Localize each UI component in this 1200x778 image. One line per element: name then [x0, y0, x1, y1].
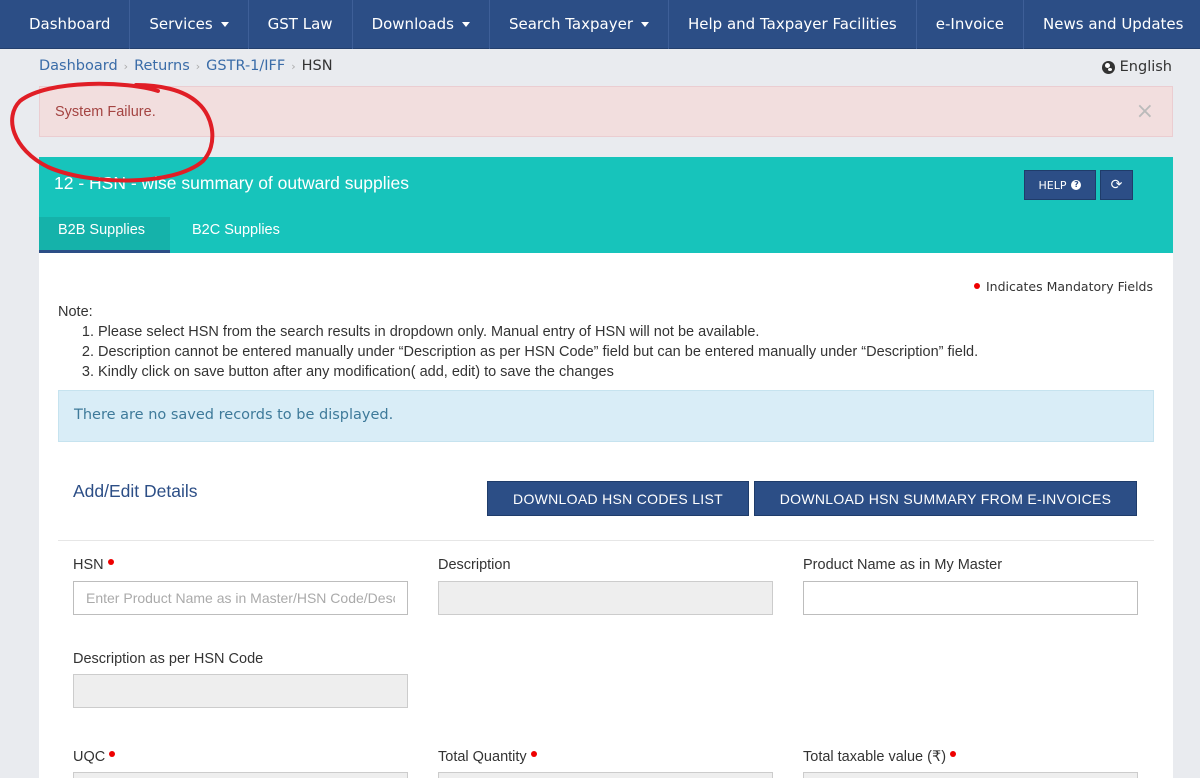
required-dot-icon	[973, 283, 980, 289]
nav-e-invoice-label: e-Invoice	[935, 15, 1005, 33]
page-title: 12 - HSN - wise summary of outward suppl…	[54, 173, 409, 193]
nav-dashboard[interactable]: Dashboard	[0, 0, 131, 49]
breadcrumb-separator-icon: ›	[123, 59, 129, 73]
nav-services[interactable]: Services	[130, 0, 249, 49]
refresh-icon: ⟳	[1110, 177, 1123, 193]
required-dot-icon	[530, 751, 537, 757]
note: Note: Please select HSN from the search …	[58, 302, 978, 382]
caret-down-icon	[461, 22, 470, 27]
top-nav: Dashboard Services GST Law Downloads Sea…	[0, 0, 1200, 49]
question-circle-icon: ?	[1071, 180, 1082, 190]
note-list: Please select HSN from the search result…	[98, 322, 978, 382]
description-hsn-input	[73, 674, 408, 708]
hsn-label: HSN	[73, 557, 114, 573]
breadcrumb-separator-icon: ›	[291, 59, 296, 73]
nav-news-updates-label: News and Updates	[1043, 15, 1184, 33]
hsn-input[interactable]	[73, 581, 408, 615]
breadcrumb-current: HSN	[301, 58, 333, 74]
note-item: Description cannot be entered manually u…	[98, 342, 978, 362]
info-alert: There are no saved records to be display…	[58, 390, 1154, 442]
nav-gst-law[interactable]: GST Law	[249, 0, 353, 49]
info-message: There are no saved records to be display…	[74, 407, 394, 423]
taxable-value-label: Total taxable value (₹)	[803, 749, 957, 765]
uqc-label-text: UQC	[73, 749, 106, 765]
nav-downloads-label: Downloads	[371, 15, 454, 33]
description-hsn-label: Description as per HSN Code	[73, 651, 264, 667]
tab-b2b-label: B2B Supplies	[58, 222, 146, 238]
tab-b2c-supplies[interactable]: B2C Supplies	[173, 217, 299, 253]
alert-message: System Failure.	[55, 104, 156, 120]
total-quantity-label: Total Quantity	[438, 749, 537, 765]
note-item: Kindly click on save button after any mo…	[98, 362, 978, 382]
mandatory-legend: Indicates Mandatory Fields	[973, 279, 1153, 294]
uqc-label: UQC	[73, 749, 116, 765]
uqc-select[interactable]	[73, 772, 408, 778]
nav-e-invoice[interactable]: e-Invoice	[917, 0, 1025, 49]
error-alert: System Failure. ×	[39, 86, 1173, 137]
hsn-label-text: HSN	[73, 557, 104, 573]
total-quantity-input[interactable]	[438, 772, 773, 778]
nav-search-taxpayer-label: Search Taxpayer	[508, 15, 633, 33]
required-dot-icon	[107, 559, 114, 565]
nav-gst-law-label: GST Law	[267, 15, 333, 33]
product-name-label: Product Name as in My Master	[803, 557, 1003, 573]
note-item: Please select HSN from the search result…	[98, 322, 978, 342]
help-button[interactable]: HELP ?	[1024, 170, 1096, 200]
nav-help-facilities[interactable]: Help and Taxpayer Facilities	[669, 0, 917, 49]
description-input	[438, 581, 773, 615]
nav-services-label: Services	[149, 15, 213, 33]
taxable-value-input[interactable]	[803, 772, 1138, 778]
section-title: Add/Edit Details	[73, 481, 198, 501]
caret-down-icon	[220, 22, 229, 27]
language-label: English	[1119, 59, 1172, 75]
breadcrumb-returns[interactable]: Returns	[134, 58, 190, 74]
note-heading: Note:	[58, 304, 93, 320]
caret-down-icon	[641, 22, 649, 27]
description-label: Description	[438, 557, 511, 573]
refresh-button[interactable]: ⟳	[1100, 170, 1133, 200]
language-selector[interactable]: English	[1101, 59, 1172, 75]
globe-icon	[1101, 60, 1115, 74]
form-card: Indicates Mandatory Fields Note: Please …	[39, 253, 1173, 778]
breadcrumb-gstr1[interactable]: GSTR-1/IFF	[206, 58, 285, 74]
close-icon[interactable]: ×	[1136, 101, 1154, 123]
nav-dashboard-label: Dashboard	[29, 15, 111, 33]
total-quantity-label-text: Total Quantity	[438, 749, 527, 765]
tab-b2b-supplies[interactable]: B2B Supplies	[39, 217, 170, 253]
required-dot-icon	[109, 751, 116, 757]
required-dot-icon	[950, 751, 957, 757]
help-label: HELP	[1038, 178, 1067, 192]
nav-search-taxpayer[interactable]: Search Taxpayer	[490, 0, 669, 49]
product-name-input[interactable]	[803, 581, 1138, 615]
nav-downloads[interactable]: Downloads	[353, 0, 490, 49]
nav-news-updates[interactable]: News and Updates	[1024, 0, 1200, 49]
download-hsn-codes-button[interactable]: DOWNLOAD HSN CODES LIST	[487, 481, 749, 516]
section-header: 12 - HSN - wise summary of outward suppl…	[39, 157, 1173, 253]
tab-b2c-label: B2C Supplies	[192, 222, 280, 238]
breadcrumb: Dashboard › Returns › GSTR-1/IFF › HSN	[39, 58, 333, 74]
download-einvoice-summary-button[interactable]: DOWNLOAD HSN SUMMARY FROM E-INVOICES	[754, 481, 1137, 516]
breadcrumb-separator-icon: ›	[195, 59, 201, 73]
taxable-value-label-text: Total taxable value (₹)	[803, 749, 947, 765]
nav-help-facilities-label: Help and Taxpayer Facilities	[688, 15, 897, 33]
divider	[58, 540, 1154, 541]
mandatory-text: Indicates Mandatory Fields	[985, 279, 1153, 294]
breadcrumb-dashboard[interactable]: Dashboard	[39, 58, 118, 74]
